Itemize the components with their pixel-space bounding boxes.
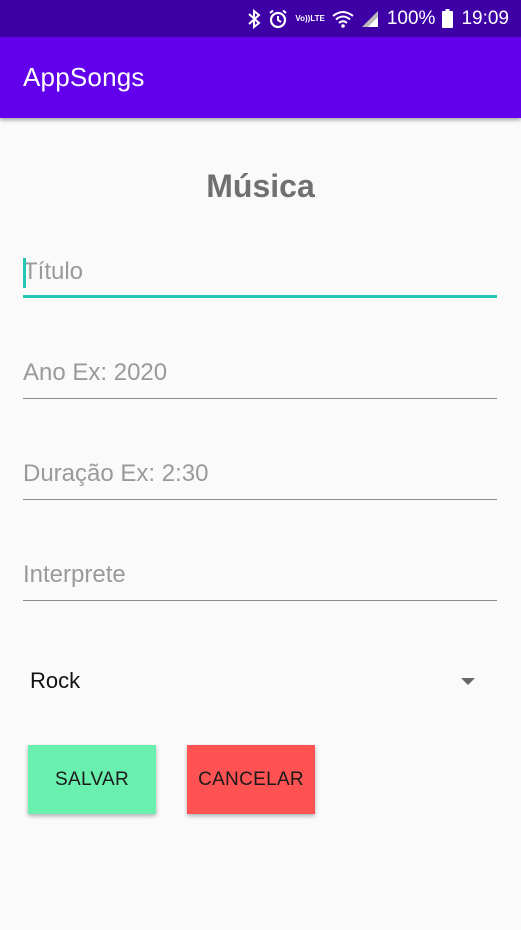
duration-input[interactable] (23, 452, 497, 496)
status-bar: Vo)) LTE 100% 19:09 (0, 0, 521, 37)
artist-field-container (23, 553, 497, 601)
status-clock: 19:09 (461, 7, 509, 29)
wifi-icon (332, 10, 354, 28)
duration-field-container (23, 452, 497, 500)
battery-icon (442, 9, 454, 28)
title-input[interactable] (23, 250, 497, 294)
dropdown-arrow-icon (461, 677, 475, 685)
volte-top-label: Vo)) (295, 13, 311, 23)
signal-icon (361, 10, 379, 28)
genre-spinner[interactable]: Rock (23, 658, 497, 704)
save-button[interactable]: SALVAR (28, 745, 156, 814)
title-field-container (23, 250, 497, 298)
cancel-button[interactable]: CANCELAR (187, 745, 315, 814)
page-title: Música (206, 168, 315, 204)
app-title: AppSongs (23, 62, 145, 92)
genre-selected-value: Rock (30, 668, 81, 693)
alarm-icon (268, 9, 288, 29)
app-bar: AppSongs (0, 37, 521, 118)
battery-percent: 100% (386, 7, 436, 29)
artist-input[interactable] (23, 553, 497, 597)
year-field-container (23, 351, 497, 399)
volte-icon: Vo)) LTE (295, 13, 325, 23)
text-cursor (23, 258, 26, 288)
bluetooth-icon (247, 8, 261, 29)
year-input[interactable] (23, 351, 497, 395)
volte-bottom-label: LTE (310, 13, 325, 23)
